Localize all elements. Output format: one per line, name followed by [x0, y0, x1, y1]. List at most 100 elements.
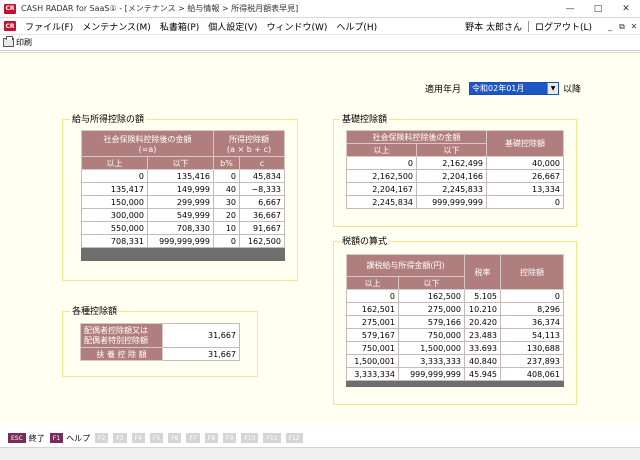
cell-to: 999,999,999 — [398, 367, 465, 381]
table-row: 300,000 549,999 20 36,667 — [81, 208, 285, 222]
printer-icon[interactable] — [3, 36, 14, 47]
col-from: 以上 — [81, 156, 148, 170]
cell-deduction: 130,688 — [500, 341, 564, 355]
cell-rate: 45.945 — [464, 367, 501, 381]
cell-b: 30 — [213, 195, 240, 209]
cell-deduction: 408,061 — [500, 367, 564, 381]
cell-to: 135,416 — [147, 169, 214, 183]
esc-key-label[interactable]: 終了 — [29, 433, 45, 444]
cell-from: 3,333,334 — [346, 367, 399, 381]
menu-maintenance[interactable]: メンテナンス(M) — [82, 20, 151, 33]
cell-from: 0 — [346, 289, 399, 303]
status-bar — [0, 447, 640, 460]
cell-to: 1,500,000 — [398, 341, 465, 355]
col-from: 以上 — [346, 143, 417, 157]
f9-key: F9 — [223, 433, 237, 443]
cell-from: 2,204,167 — [346, 182, 417, 196]
col-rate: 税率 — [464, 254, 501, 290]
cell-to: 2,204,166 — [416, 169, 487, 183]
esc-key[interactable]: ESC — [8, 433, 26, 443]
table-row: 2,162,500 2,204,166 26,667 — [346, 169, 564, 183]
col-group-deduction: 所得控除額 (a × b + c) — [213, 130, 285, 157]
spouse-deduction-row: 配偶者控除額又は 配偶者特別控除額 31,667 — [80, 323, 240, 348]
cell-from: 300,000 — [81, 208, 148, 222]
spouse-deduction-label: 配偶者控除額又は 配偶者特別控除額 — [80, 323, 163, 348]
cell-to: 999,999,999 — [147, 234, 214, 248]
cell-to: 2,162,499 — [416, 156, 487, 170]
print-button[interactable]: 印刷 — [16, 37, 32, 48]
cell-from: 135,417 — [81, 182, 148, 196]
spouse-deduction-label-line1: 配偶者控除額又は — [84, 325, 148, 335]
window-title: CASH RADAR for SaaS① - [メンテナンス > 給与情報 > … — [21, 4, 299, 13]
f6-key: F6 — [168, 433, 182, 443]
table-row: 550,000 708,330 10 91,667 — [81, 221, 285, 235]
close-button[interactable]: ✕ — [612, 0, 640, 18]
f1-key-label[interactable]: ヘルプ — [66, 433, 90, 444]
cell-deduction: 0 — [500, 289, 564, 303]
child-minimize-button[interactable]: _ — [604, 22, 616, 31]
table-row: 162,501 275,000 10.210 8,296 — [346, 302, 564, 316]
f1-key[interactable]: F1 — [49, 433, 64, 443]
cell-amount: 0 — [486, 195, 564, 209]
table-row: 0 162,500 5.105 0 — [346, 289, 564, 303]
minimize-button[interactable]: — — [556, 0, 584, 18]
table-row: 2,204,167 2,245,833 13,334 — [346, 182, 564, 196]
cell-from: 162,501 — [346, 302, 399, 316]
cell-to: 162,500 — [398, 289, 465, 303]
dependent-deduction-row: 扶 養 控 除 額 31,667 — [80, 347, 240, 361]
child-close-button[interactable]: ✕ — [628, 22, 640, 31]
cell-from: 550,000 — [81, 221, 148, 235]
child-restore-button[interactable]: ⧉ — [616, 22, 628, 32]
logout-link[interactable]: ログアウト(L) — [535, 20, 592, 33]
cell-b: 20 — [213, 208, 240, 222]
menu-bar: CR ファイル(F) メンテナンス(M) 私書箱(P) 個人設定(V) ウィンド… — [0, 18, 640, 35]
cell-c: 36,667 — [239, 208, 285, 222]
f11-key: F11 — [263, 433, 281, 443]
cell-to: 275,000 — [398, 302, 465, 316]
cell-rate: 20.420 — [464, 315, 501, 329]
cell-c: 162,500 — [239, 234, 285, 248]
cell-amount: 26,667 — [486, 169, 564, 183]
col-group-net-amount-label: 社会保険料控除後の金額 — [103, 134, 192, 144]
col-to: 以下 — [147, 156, 214, 170]
cell-b: 0 — [213, 169, 240, 183]
chevron-down-icon[interactable]: ▼ — [547, 83, 559, 94]
table-filler-row — [81, 247, 285, 261]
table-row: 708,331 999,999,999 0 162,500 — [81, 234, 285, 248]
cell-b: 10 — [213, 221, 240, 235]
f7-key: F7 — [186, 433, 200, 443]
period-select[interactable]: 令和02年01月 ▼ — [469, 82, 560, 95]
cell-c: −8,333 — [239, 182, 285, 196]
menu-file[interactable]: ファイル(F) — [25, 20, 73, 33]
cell-c: 6,667 — [239, 195, 285, 209]
cell-rate: 10.210 — [464, 302, 501, 316]
period-value: 令和02年01月 — [472, 84, 525, 93]
basic-deduction-title: 基礎控除額 — [340, 112, 390, 125]
table-row: 3,333,334 999,999,999 45.945 408,061 — [346, 367, 564, 381]
menu-mailbox[interactable]: 私書箱(P) — [160, 20, 199, 33]
cell-deduction: 36,374 — [500, 315, 564, 329]
table-row: 0 2,162,499 40,000 — [346, 156, 564, 170]
col-group-taxable-income: 課税給与所得金額(円) — [346, 254, 465, 277]
f5-key: F5 — [149, 433, 164, 443]
period-row: 適用年月 令和02年01月 ▼ 以降 — [425, 82, 581, 95]
other-deduction-title: 各種控除額 — [70, 304, 120, 317]
cell-to: 549,999 — [147, 208, 214, 222]
maximize-button[interactable]: □ — [584, 0, 612, 18]
cell-deduction: 237,893 — [500, 354, 564, 368]
toolbar: 印刷 — [0, 35, 640, 51]
cell-to: 3,333,333 — [398, 354, 465, 368]
cell-from: 1,500,001 — [346, 354, 399, 368]
function-key-bar: ESC 終了 F1 ヘルプ F2 F3 F4 F5 F6 F7 F8 F9 F1… — [0, 432, 640, 444]
cell-b: 40 — [213, 182, 240, 196]
cell-from: 150,000 — [81, 195, 148, 209]
menu-window[interactable]: ウィンドウ(W) — [266, 20, 327, 33]
document-logo-icon: CR — [4, 21, 16, 31]
f10-key: F10 — [241, 433, 259, 443]
menu-help[interactable]: ヘルプ(H) — [336, 20, 377, 33]
menu-personal-settings[interactable]: 個人設定(V) — [208, 20, 257, 33]
app-logo-icon: CR — [4, 3, 16, 14]
col-deduction: 控除額 — [500, 254, 564, 290]
period-label: 適用年月 — [425, 85, 462, 95]
menu-right: 野本 太郎さん ログアウト(L) _ ⧉ ✕ — [465, 18, 640, 35]
